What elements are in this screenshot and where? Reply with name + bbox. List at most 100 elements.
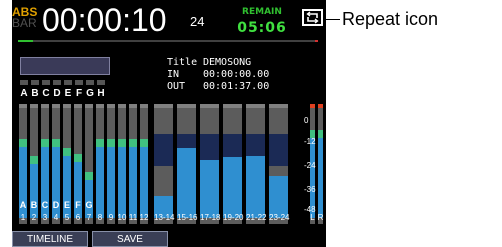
assign-indicator — [42, 80, 50, 85]
meter-peak-hold — [107, 139, 115, 147]
transport-progress-bar — [18, 40, 318, 42]
meter-level — [269, 176, 288, 218]
assign-indicator — [86, 80, 94, 85]
meter-level — [177, 148, 196, 218]
assign-indicator — [53, 80, 61, 85]
meter-peak-hold — [85, 172, 93, 180]
progress-end-marker — [315, 40, 318, 42]
meter-band — [269, 134, 288, 166]
meter-overload-indicator — [52, 104, 60, 108]
db-scale-label: -36 — [304, 185, 316, 194]
level-meters — [12, 104, 326, 230]
bus-letter: G — [85, 200, 93, 210]
assign-indicator-row — [20, 80, 140, 86]
meter-overload-indicator — [96, 104, 104, 108]
meter-peak-hold — [52, 139, 60, 147]
in-label: IN — [167, 69, 180, 80]
meter-peak-hold — [19, 139, 27, 147]
callout-line — [326, 19, 340, 20]
db-scale-label: -12 — [304, 137, 316, 146]
meter-17-18 — [200, 104, 219, 224]
meter-overload-indicator — [30, 104, 38, 108]
meter-overload-indicator — [118, 104, 126, 108]
meter-level — [246, 156, 265, 218]
title-value: DEMOSONG — [203, 57, 252, 68]
save-button[interactable]: SAVE — [92, 231, 168, 247]
meter-peak-hold — [41, 139, 49, 147]
db-scale-label: 0 — [304, 116, 309, 125]
meter-level — [107, 139, 115, 218]
meter-overload-indicator — [74, 104, 82, 108]
track-number: 23-24 — [269, 213, 290, 222]
assign-letter: D — [53, 88, 61, 99]
meter-9 — [107, 104, 115, 224]
title-label: Title — [167, 57, 198, 68]
meter-level — [96, 139, 104, 218]
meter-overload-indicator — [223, 104, 242, 108]
meter-overload-indicator — [19, 104, 27, 108]
meter-overload-indicator — [85, 104, 93, 108]
time-mode-indicator[interactable]: ABS BAR — [12, 6, 42, 29]
meter-overload-indicator — [200, 104, 219, 108]
meter-overload-indicator — [129, 104, 137, 108]
meter-level — [200, 160, 219, 218]
meter-band — [154, 134, 173, 166]
assign-letter: E — [64, 88, 72, 99]
progress-fill — [18, 40, 33, 42]
meter-peak-hold — [140, 139, 148, 147]
meter-8 — [96, 104, 104, 224]
meter-10 — [118, 104, 126, 224]
assign-indicator — [20, 80, 28, 85]
bus-letter: F — [75, 200, 81, 210]
meter-peak-hold — [129, 139, 137, 147]
meter-peak-hold — [63, 148, 71, 156]
track-number: 17-18 — [200, 213, 221, 222]
meter-overload-indicator — [269, 104, 288, 108]
meter-overload-indicator — [246, 104, 265, 108]
frame-counter: 24 — [190, 14, 205, 29]
meter-11 — [129, 104, 137, 224]
track-number: 21-22 — [246, 213, 267, 222]
assign-indicator — [97, 80, 105, 85]
track-number: 13-14 — [154, 213, 175, 222]
meter-peak-hold — [30, 156, 38, 164]
out-label: OUT — [167, 81, 186, 92]
recorder-screen: ABS BAR 00:00:10 24 REMAIN 05:06 ABCDEFG… — [12, 0, 326, 247]
meter-level — [223, 157, 242, 218]
assign-letter: B — [31, 88, 39, 99]
bus-letter: C — [41, 200, 49, 210]
meter-overload-indicator — [63, 104, 71, 108]
meter-peak-hold — [74, 154, 82, 162]
meter-19-20 — [223, 104, 242, 224]
meter-overload-indicator — [154, 104, 173, 108]
meter-peak-hold — [318, 130, 323, 138]
bus-letter: E — [63, 200, 70, 210]
meter-23-24 — [269, 104, 288, 224]
assign-letter: G — [86, 88, 94, 99]
repeat-icon[interactable] — [302, 9, 323, 26]
meter-13-14 — [154, 104, 173, 224]
meter-overload-indicator — [177, 104, 196, 108]
meter-12 — [140, 104, 148, 224]
timeline-button[interactable]: TIMELINE — [12, 231, 88, 247]
assign-letter: A — [20, 88, 28, 99]
db-scale-label: -24 — [304, 161, 316, 170]
meter-21-22 — [246, 104, 265, 224]
bus-letter: A — [19, 200, 27, 210]
assign-indicator — [64, 80, 72, 85]
out-value: 00:01:37.00 — [203, 81, 270, 92]
meter-15-16 — [177, 104, 196, 224]
remain-label: REMAIN — [242, 7, 282, 17]
assign-indicator — [31, 80, 39, 85]
meter-level — [318, 130, 323, 218]
assign-letter: C — [42, 88, 50, 99]
assign-letter: H — [97, 88, 105, 99]
meter-peak-hold — [96, 139, 104, 147]
track-number: 12 — [139, 213, 149, 222]
song-name-box — [20, 57, 110, 75]
meter-overload-indicator — [318, 104, 323, 108]
meter-overload-indicator — [41, 104, 49, 108]
meter-level — [140, 139, 148, 218]
meter-overload-indicator — [310, 104, 315, 108]
remain-value: 05:06 — [237, 20, 287, 36]
